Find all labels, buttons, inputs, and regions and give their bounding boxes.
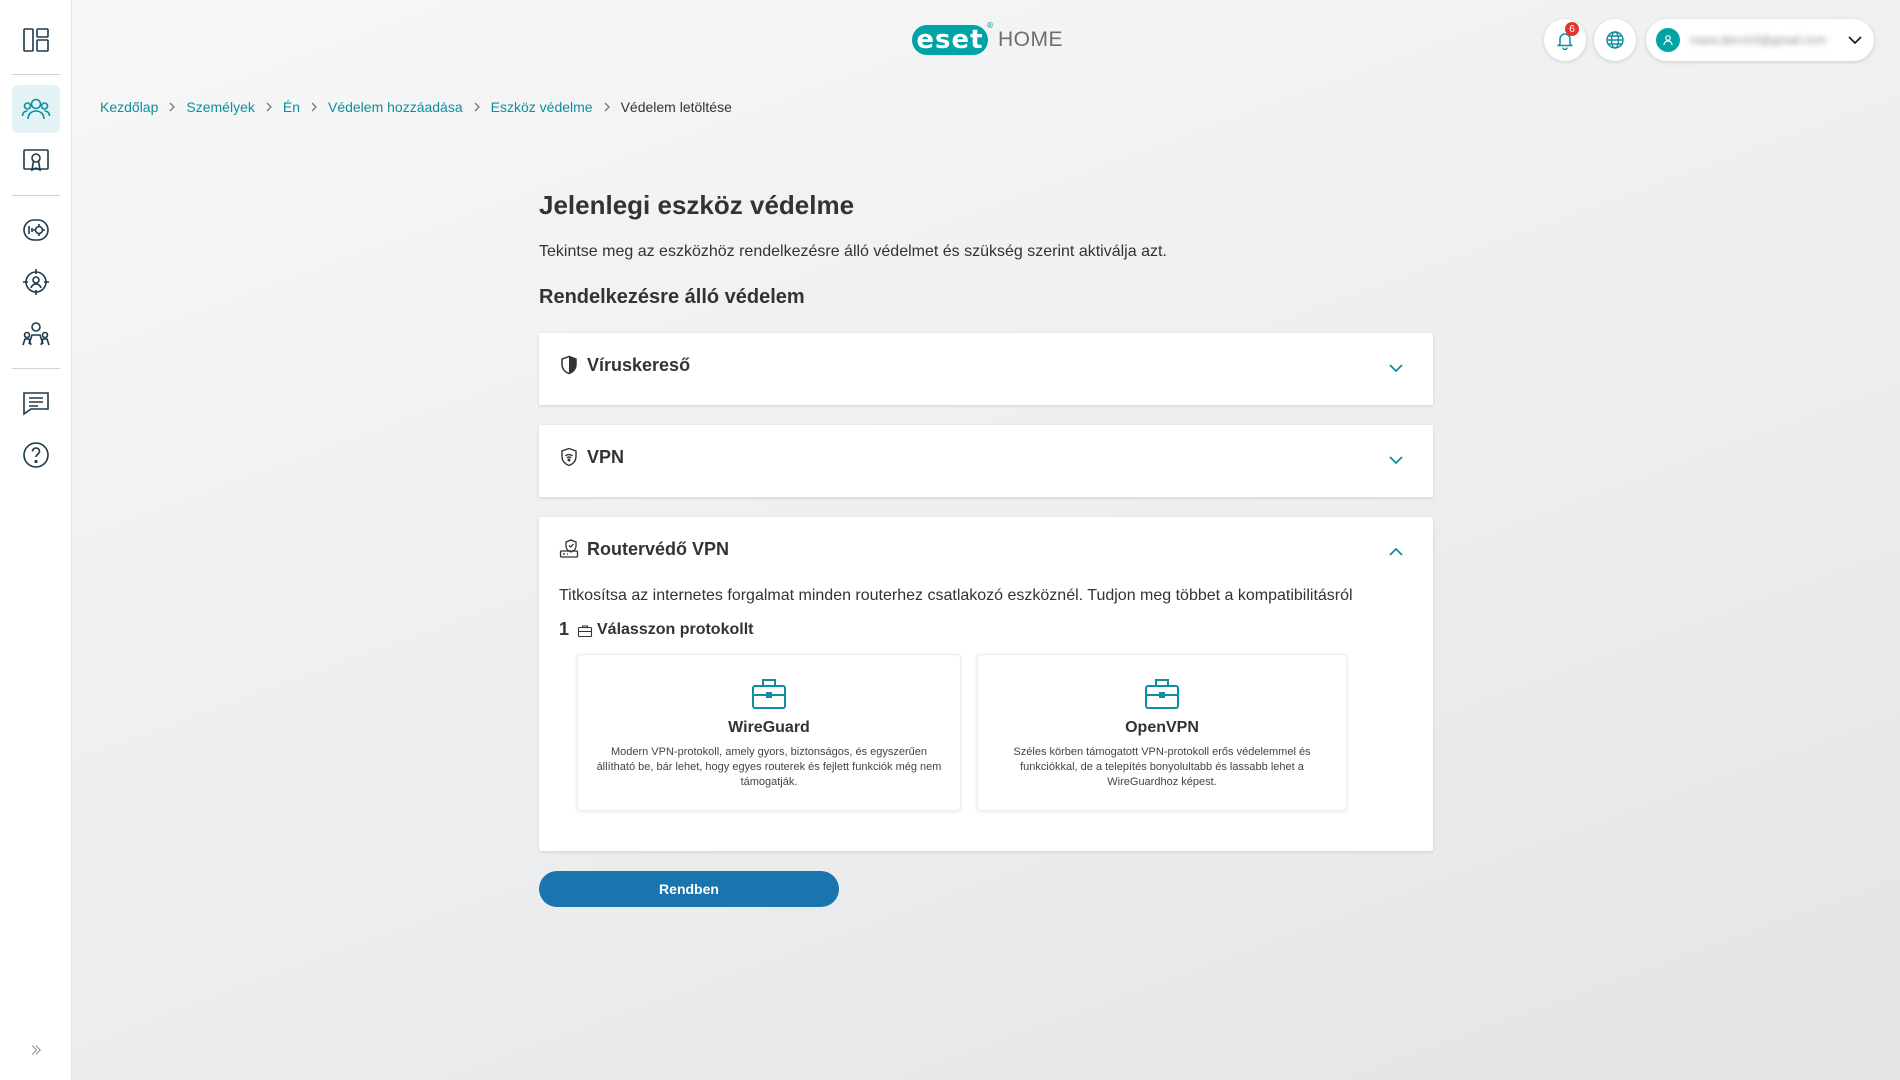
shield-icon bbox=[561, 355, 577, 375]
panel-vpn-header[interactable]: VPN bbox=[539, 425, 1433, 497]
language-button[interactable] bbox=[1594, 19, 1636, 61]
breadcrumb-me[interactable]: Én bbox=[283, 99, 300, 115]
chevron-down-icon bbox=[1389, 364, 1403, 373]
chevron-up-icon bbox=[1389, 547, 1403, 556]
briefcase-icon bbox=[752, 679, 786, 709]
panel-antivirus: Víruskereső bbox=[539, 333, 1433, 405]
panel-vpn-title: VPN bbox=[587, 446, 625, 467]
account-email: mara.deccir3@gmail.com bbox=[1690, 33, 1827, 47]
breadcrumb-current: Védelem letöltése bbox=[620, 99, 732, 115]
user-icon bbox=[1663, 35, 1673, 46]
vpn-shield-icon bbox=[561, 447, 577, 467]
chevron-right-icon bbox=[593, 102, 621, 112]
sidebar-item-feedback[interactable] bbox=[12, 379, 60, 427]
dashboard-icon bbox=[23, 28, 49, 52]
protocol-description: Széles körben támogatott VPN-protokoll e… bbox=[1013, 746, 1311, 788]
page-title: Jelenlegi eszköz védelme bbox=[539, 190, 855, 220]
chevron-right-icon bbox=[463, 102, 491, 112]
notifications-button[interactable]: 6 bbox=[1544, 19, 1586, 61]
globe-icon bbox=[1606, 31, 1624, 49]
people-icon bbox=[21, 98, 51, 120]
sidebar-item-people[interactable] bbox=[12, 85, 60, 133]
device-gear-icon bbox=[23, 219, 49, 241]
notification-count-badge: 6 bbox=[1565, 22, 1579, 36]
sidebar-item-dashboard[interactable] bbox=[12, 16, 60, 64]
chat-icon bbox=[23, 392, 49, 416]
account-menu[interactable]: mara.deccir3@gmail.com bbox=[1646, 19, 1874, 61]
panel-vpn: VPN bbox=[539, 425, 1433, 497]
sidebar-item-devices[interactable] bbox=[12, 206, 60, 254]
chevron-down-icon bbox=[1848, 36, 1862, 45]
briefcase-icon bbox=[577, 624, 593, 637]
sidebar-expand-button[interactable] bbox=[12, 1026, 60, 1074]
sidebar-divider bbox=[12, 195, 60, 196]
panel-antivirus-header[interactable]: Víruskereső bbox=[539, 333, 1433, 405]
main-content: Jelenlegi eszköz védelme Tekintse meg az… bbox=[539, 190, 1433, 309]
breadcrumb-home[interactable]: Kezdőlap bbox=[100, 99, 158, 115]
sidebar-divider bbox=[12, 368, 60, 369]
family-icon bbox=[22, 322, 50, 346]
protocol-description: Modern VPN-protokoll, amely gyors, bizto… bbox=[596, 746, 942, 788]
panel-router-vpn: Routervédő VPN Titkosítsa az internetes … bbox=[539, 517, 1433, 851]
step-number: 1 bbox=[559, 619, 570, 639]
double-chevron-right-icon bbox=[31, 1045, 41, 1055]
sidebar-item-licenses[interactable] bbox=[12, 137, 60, 185]
router-vpn-description: Titkosítsa az internetes forgalmat minde… bbox=[559, 587, 1353, 604]
help-icon bbox=[23, 442, 49, 468]
protocol-card-openvpn[interactable]: OpenVPN Széles körben támogatott VPN-pro… bbox=[977, 654, 1347, 811]
section-title: Rendelkezésre álló védelem bbox=[539, 286, 805, 308]
protocol-name: OpenVPN bbox=[1125, 719, 1199, 736]
protocol-step: 1 Válasszon protokollt bbox=[539, 619, 1433, 640]
protocol-options: WireGuard Modern VPN-protokoll, amely gy… bbox=[539, 654, 1433, 811]
panel-router-vpn-header[interactable]: Routervédő VPN bbox=[539, 517, 1433, 589]
anti-theft-icon bbox=[23, 269, 49, 295]
panel-router-vpn-title: Routervédő VPN bbox=[587, 538, 730, 559]
protocol-card-wireguard[interactable]: WireGuard Modern VPN-protokoll, amely gy… bbox=[577, 654, 961, 811]
sidebar-divider bbox=[12, 74, 60, 75]
chevron-down-icon bbox=[1389, 456, 1403, 465]
eset-home-logo[interactable]: eset ® HOME bbox=[912, 21, 1063, 56]
breadcrumb-add-protection[interactable]: Védelem hozzáadása bbox=[328, 99, 463, 115]
chevron-right-icon bbox=[255, 102, 283, 112]
logo-home-text: HOME bbox=[998, 28, 1063, 51]
sidebar-item-anti-theft[interactable] bbox=[12, 258, 60, 306]
sidebar-item-family[interactable] bbox=[12, 310, 60, 358]
eset-logo: eset ® bbox=[912, 21, 994, 55]
breadcrumb: Kezdőlap Személyek Én Védelem hozzáadása… bbox=[100, 99, 732, 115]
ok-button[interactable]: Rendben bbox=[539, 871, 839, 907]
avatar bbox=[1656, 28, 1680, 52]
protocol-name: WireGuard bbox=[728, 719, 810, 736]
breadcrumb-people[interactable]: Személyek bbox=[186, 99, 254, 115]
step-label: Válasszon protokollt bbox=[597, 620, 754, 638]
sidebar bbox=[0, 0, 72, 1080]
router-shield-icon bbox=[559, 539, 579, 558]
chevron-right-icon bbox=[158, 102, 186, 112]
sidebar-item-help[interactable] bbox=[12, 431, 60, 479]
license-icon bbox=[23, 149, 49, 172]
page-intro: Tekintse meg az eszközhöz rendelkezésre … bbox=[539, 243, 1167, 260]
chevron-right-icon bbox=[300, 102, 328, 112]
panel-antivirus-title: Víruskereső bbox=[587, 354, 691, 375]
breadcrumb-device-protection[interactable]: Eszköz védelme bbox=[491, 99, 593, 115]
briefcase-icon bbox=[1145, 679, 1179, 709]
